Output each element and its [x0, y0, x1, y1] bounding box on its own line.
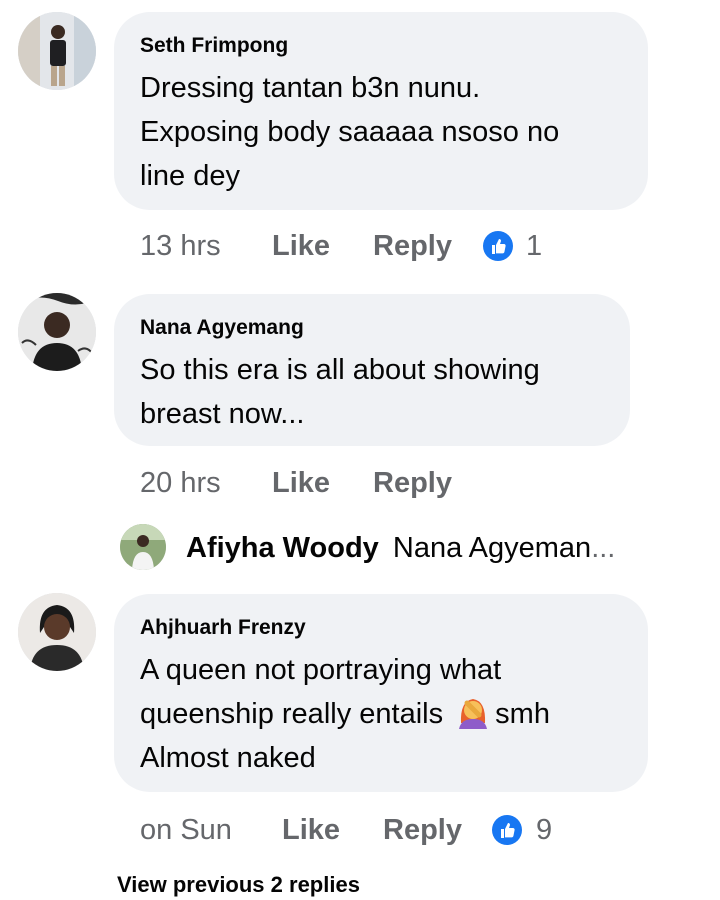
comment-author[interactable]: Seth Frimpong	[140, 34, 622, 58]
comment-author[interactable]: Nana Agyemang	[140, 316, 604, 340]
comment-text-line: Dressing tantan b3n nunu.	[140, 72, 481, 104]
like-icon[interactable]	[483, 231, 513, 261]
comment-text-line: Exposing body saaaaa nsoso no	[140, 116, 560, 148]
like-button[interactable]: Like	[282, 810, 340, 850]
reply-snippet: Nana Agyeman	[392, 532, 592, 564]
comment-author[interactable]: Ahjhuarh Frenzy	[140, 616, 622, 640]
avatar[interactable]	[18, 293, 96, 371]
like-icon[interactable]	[492, 815, 522, 845]
reply-preview[interactable]: Afiyha Woody Nana Agyeman...	[0, 518, 720, 578]
reply-author[interactable]: Afiyha Woody	[186, 532, 379, 564]
like-button[interactable]: Like	[272, 226, 330, 266]
comment-text-line: So this era is all about showing	[140, 354, 540, 386]
comment-actions: on Sun Like Reply 9	[140, 810, 700, 850]
reaction-count[interactable]: 1	[526, 226, 542, 266]
avatar	[120, 524, 166, 570]
reply-ellipsis: ...	[591, 532, 616, 564]
avatar-photo	[18, 12, 96, 90]
reply-button[interactable]: Reply	[383, 810, 462, 850]
view-previous-replies-link[interactable]: View previous 2 replies	[117, 872, 360, 898]
comment-actions: 20 hrs Like Reply	[140, 463, 700, 503]
comment-bubble: Seth Frimpong Dressing tantan b3n nunu. …	[114, 12, 648, 210]
avatar-photo	[18, 593, 96, 671]
avatar[interactable]	[18, 593, 96, 671]
comment-actions: 13 hrs Like Reply 1	[140, 226, 700, 266]
comment-bubble: Nana Agyemang So this era is all about s…	[114, 294, 630, 446]
avatar-photo	[120, 524, 166, 570]
reply-button[interactable]: Reply	[373, 463, 452, 503]
comment-text-segment: smh	[495, 698, 550, 730]
comment-text-line: Almost naked	[140, 742, 316, 774]
reply-button[interactable]: Reply	[373, 226, 452, 266]
avatar[interactable]	[18, 12, 96, 90]
like-button[interactable]: Like	[272, 463, 330, 503]
comment-bubble: Ahjhuarh Frenzy A queen not portraying w…	[114, 594, 648, 792]
comment-timestamp[interactable]: 20 hrs	[140, 463, 221, 503]
reaction-count[interactable]: 9	[536, 810, 552, 850]
comment-text-line: line dey	[140, 160, 240, 192]
comment-text-line: A queen not portraying what	[140, 654, 502, 686]
comment-timestamp[interactable]: on Sun	[140, 810, 232, 850]
comment-timestamp[interactable]: 13 hrs	[140, 226, 221, 266]
comment-text-line-with-emoji: queenship really entails smh	[140, 692, 622, 736]
reply-preview-text: Afiyha Woody Nana Agyeman...	[186, 528, 615, 568]
comment-text-line: breast now...	[140, 398, 305, 430]
facepalm-woman-emoji	[455, 693, 491, 729]
avatar-photo	[18, 293, 96, 371]
comment-text-segment: queenship really entails	[140, 698, 444, 730]
